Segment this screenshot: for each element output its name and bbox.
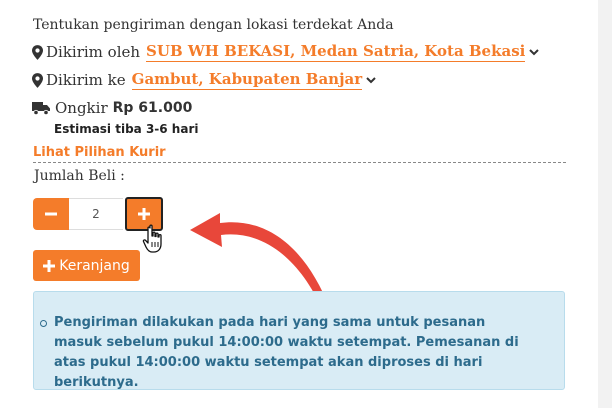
chevron-down-icon[interactable] — [529, 48, 540, 56]
map-marker-icon — [32, 44, 43, 60]
add-to-cart-button[interactable]: Keranjang — [33, 250, 140, 281]
add-to-cart-label: Keranjang — [59, 257, 130, 274]
hand-cursor-icon — [142, 224, 162, 253]
info-list: Pengiriman dilakukan pada hari yang sama… — [40, 313, 534, 393]
ship-from-row: Dikirim oleh SUB WH BEKASI, Medan Satria… — [32, 42, 540, 62]
quantity-label: Jumlah Beli : — [34, 168, 125, 184]
map-marker-icon — [32, 72, 43, 88]
scrollbar-track — [598, 0, 612, 408]
decrease-quantity-button[interactable] — [33, 198, 69, 230]
ship-from-location-link[interactable]: SUB WH BEKASI, Medan Satria, Kota Bekasi — [146, 42, 526, 62]
ongkir-row: Ongkir Rp 61.000 — [32, 99, 192, 117]
bullet-icon — [40, 320, 47, 327]
plus-icon — [43, 259, 56, 272]
ongkir-value: Rp 61.000 — [112, 100, 193, 116]
ship-to-label: Dikirim ke — [46, 71, 126, 89]
plus-icon — [138, 208, 150, 220]
info-alert: Pengiriman dilakukan pada hari yang sama… — [33, 291, 565, 390]
divider — [33, 162, 566, 163]
quantity-input[interactable]: 2 — [69, 198, 123, 230]
ship-from-label: Dikirim oleh — [46, 43, 141, 61]
minus-icon — [45, 212, 57, 216]
courier-options-link[interactable]: Lihat Pilihan Kurir — [33, 145, 166, 160]
chevron-down-icon[interactable] — [366, 76, 376, 84]
info-text: Pengiriman dilakukan pada hari yang sama… — [54, 315, 519, 390]
truck-icon — [32, 102, 50, 115]
shipping-hint: Tentukan pengiriman dengan lokasi terdek… — [33, 17, 394, 33]
ship-to-location-link[interactable]: Gambut, Kabupaten Banjar — [131, 70, 363, 90]
estimasi-text: Estimasi tiba 3-6 hari — [54, 122, 199, 136]
ship-to-row: Dikirim ke Gambut, Kabupaten Banjar — [32, 70, 376, 90]
ongkir-label: Ongkir — [55, 99, 108, 117]
